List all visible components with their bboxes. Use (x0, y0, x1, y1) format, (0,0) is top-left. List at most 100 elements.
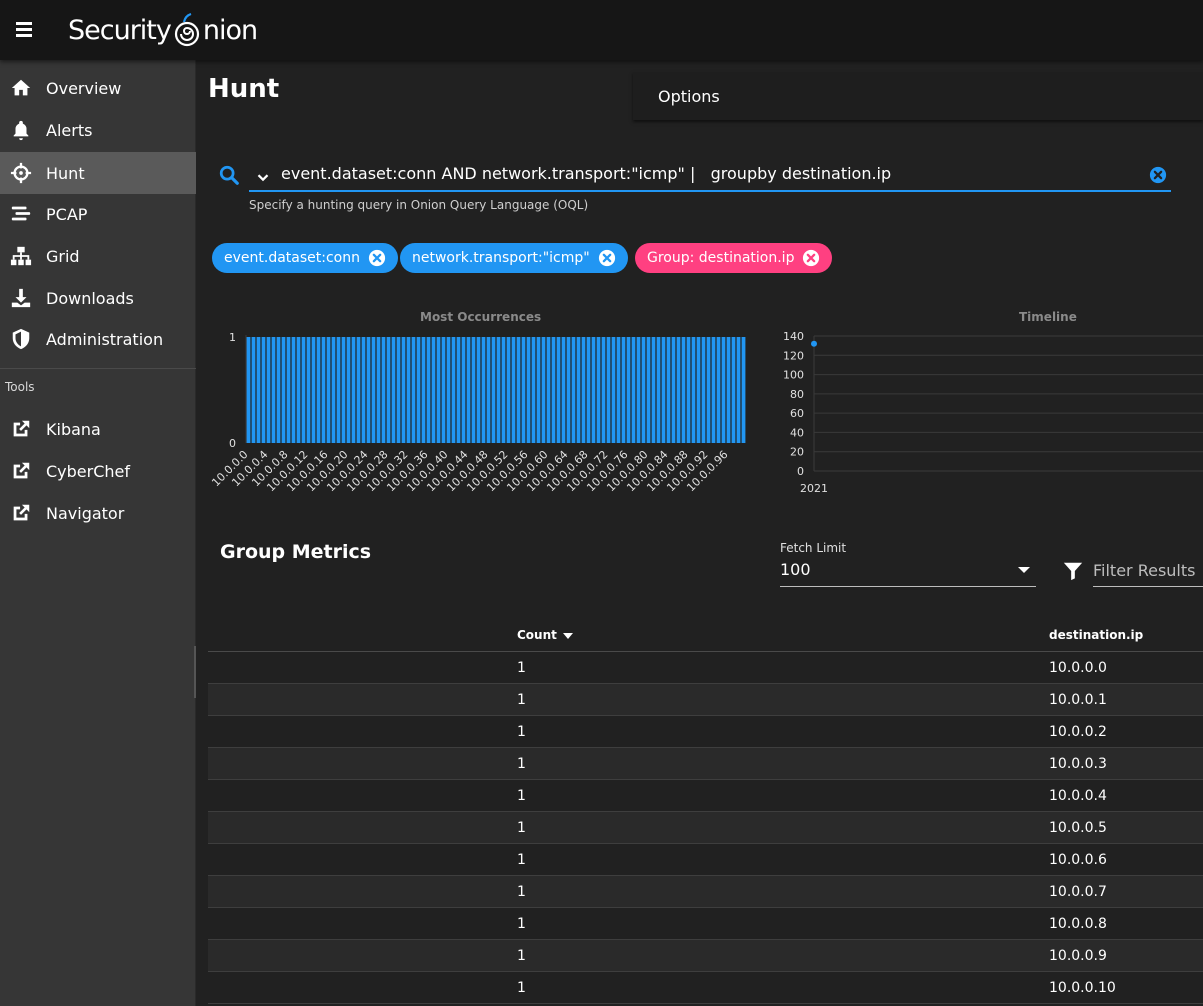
bar-10.0.0.95[interactable] (721, 337, 726, 443)
bar-10.0.0.39[interactable] (441, 337, 446, 443)
bar-10.0.0.60[interactable] (546, 337, 551, 443)
query-text[interactable]: event.dataset:conn AND network.transport… (281, 164, 891, 183)
bar-10.0.0.90[interactable] (696, 337, 701, 443)
bar-10.0.0.85[interactable] (671, 337, 676, 443)
bar-10.0.0.41[interactable] (451, 337, 456, 443)
bar-10.0.0.70[interactable] (596, 337, 601, 443)
destination-ip-cell[interactable]: 10.0.0.7 (1049, 884, 1107, 900)
column-header-destination-ip[interactable]: destination.ip (1049, 628, 1143, 642)
sidebar-item-cyberchef[interactable]: CyberChef (0, 450, 196, 492)
bar-10.0.0.93[interactable] (711, 337, 716, 443)
bar-10.0.0.46[interactable] (476, 337, 481, 443)
bar-10.0.0.71[interactable] (601, 337, 606, 443)
bar-10.0.0.23[interactable] (361, 337, 366, 443)
search-icon[interactable] (218, 164, 240, 186)
bar-10.0.0.16[interactable] (326, 337, 331, 443)
sidebar-item-administration[interactable]: Administration (0, 318, 196, 360)
bar-10.0.0.63[interactable] (561, 337, 566, 443)
bar-10.0.0.53[interactable] (511, 337, 516, 443)
bar-10.0.0.0[interactable] (246, 337, 251, 443)
destination-ip-cell[interactable]: 10.0.0.1 (1049, 692, 1107, 708)
bar-10.0.0.98[interactable] (736, 337, 741, 443)
bar-10.0.0.49[interactable] (491, 337, 496, 443)
bar-10.0.0.29[interactable] (391, 337, 396, 443)
bar-10.0.0.91[interactable] (701, 337, 706, 443)
bar-10.0.0.10[interactable] (296, 337, 301, 443)
bar-10.0.0.72[interactable] (606, 337, 611, 443)
table-row[interactable]: 1 10.0.0.8 (208, 908, 1203, 940)
remove-chip-icon[interactable] (598, 249, 616, 267)
sidebar-item-alerts[interactable]: Alerts (0, 109, 196, 151)
bar-10.0.0.69[interactable] (591, 337, 596, 443)
bar-10.0.0.58[interactable] (536, 337, 541, 443)
bar-10.0.0.18[interactable] (336, 337, 341, 443)
most-occurrences-chart[interactable]: 1010.0.0.010.0.0.410.0.0.810.0.0.1210.0.… (208, 325, 753, 505)
bar-10.0.0.51[interactable] (501, 337, 506, 443)
filter-results-field[interactable] (1093, 556, 1203, 587)
filter-chip[interactable]: event.dataset:conn (212, 243, 398, 273)
destination-ip-cell[interactable]: 10.0.0.6 (1049, 852, 1107, 868)
bar-10.0.0.64[interactable] (566, 337, 571, 443)
bar-10.0.0.36[interactable] (426, 337, 431, 443)
bar-10.0.0.74[interactable] (616, 337, 621, 443)
table-row[interactable]: 1 10.0.0.7 (208, 876, 1203, 908)
table-row[interactable]: 1 10.0.0.6 (208, 844, 1203, 876)
bar-10.0.0.66[interactable] (576, 337, 581, 443)
bar-10.0.0.1[interactable] (251, 337, 256, 443)
bar-10.0.0.79[interactable] (641, 337, 646, 443)
bar-10.0.0.31[interactable] (401, 337, 406, 443)
table-row[interactable]: 1 10.0.0.5 (208, 812, 1203, 844)
sidebar-item-grid[interactable]: Grid (0, 235, 196, 277)
bar-10.0.0.97[interactable] (731, 337, 736, 443)
bar-10.0.0.52[interactable] (506, 337, 511, 443)
bar-10.0.0.86[interactable] (676, 337, 681, 443)
remove-chip-icon[interactable] (368, 249, 386, 267)
sidebar-item-overview[interactable]: Overview (0, 67, 196, 109)
bar-10.0.0.87[interactable] (681, 337, 686, 443)
clear-query-icon[interactable] (1149, 166, 1167, 184)
filter-chip[interactable]: network.transport:"icmp" (400, 243, 628, 273)
bar-10.0.0.13[interactable] (311, 337, 316, 443)
security-onion-logo[interactable]: Security nion (68, 10, 258, 50)
destination-ip-cell[interactable]: 10.0.0.10 (1049, 980, 1116, 996)
bar-10.0.0.80[interactable] (646, 337, 651, 443)
bar-10.0.0.27[interactable] (381, 337, 386, 443)
bar-10.0.0.32[interactable] (406, 337, 411, 443)
bar-10.0.0.57[interactable] (531, 337, 536, 443)
bar-10.0.0.89[interactable] (691, 337, 696, 443)
bar-10.0.0.37[interactable] (431, 337, 436, 443)
destination-ip-cell[interactable]: 10.0.0.8 (1049, 916, 1107, 932)
bar-10.0.0.30[interactable] (396, 337, 401, 443)
destination-ip-cell[interactable]: 10.0.0.9 (1049, 948, 1107, 964)
bar-10.0.0.82[interactable] (656, 337, 661, 443)
menu-icon[interactable] (12, 17, 36, 41)
bar-10.0.0.54[interactable] (516, 337, 521, 443)
bar-10.0.0.75[interactable] (621, 337, 626, 443)
sidebar-item-downloads[interactable]: Downloads (0, 277, 196, 319)
bar-10.0.0.96[interactable] (726, 337, 731, 443)
bar-10.0.0.7[interactable] (281, 337, 286, 443)
bar-10.0.0.40[interactable] (446, 337, 451, 443)
bar-10.0.0.48[interactable] (486, 337, 491, 443)
bar-10.0.0.88[interactable] (686, 337, 691, 443)
bar-10.0.0.45[interactable] (471, 337, 476, 443)
bar-10.0.0.28[interactable] (386, 337, 391, 443)
sidebar-item-pcap[interactable]: PCAP (0, 193, 196, 235)
bar-10.0.0.38[interactable] (436, 337, 441, 443)
timeline-chart[interactable]: 140 120 100 80 60 40 20 0 2021 (770, 325, 1203, 500)
group-chip[interactable]: Group: destination.ip (635, 243, 833, 273)
bar-10.0.0.68[interactable] (586, 337, 591, 443)
table-row[interactable]: 1 10.0.0.9 (208, 940, 1203, 972)
bar-10.0.0.43[interactable] (461, 337, 466, 443)
bar-10.0.0.65[interactable] (571, 337, 576, 443)
bar-10.0.0.8[interactable] (286, 337, 291, 443)
fetch-limit-select[interactable]: 100 (780, 558, 1036, 587)
bar-10.0.0.3[interactable] (261, 337, 266, 443)
table-row[interactable]: 1 10.0.0.3 (208, 748, 1203, 780)
bar-10.0.0.92[interactable] (706, 337, 711, 443)
destination-ip-cell[interactable]: 10.0.0.0 (1049, 660, 1107, 676)
bar-10.0.0.11[interactable] (301, 337, 306, 443)
sidebar-item-kibana[interactable]: Kibana (0, 408, 196, 450)
bar-10.0.0.21[interactable] (351, 337, 356, 443)
bar-10.0.0.5[interactable] (271, 337, 276, 443)
